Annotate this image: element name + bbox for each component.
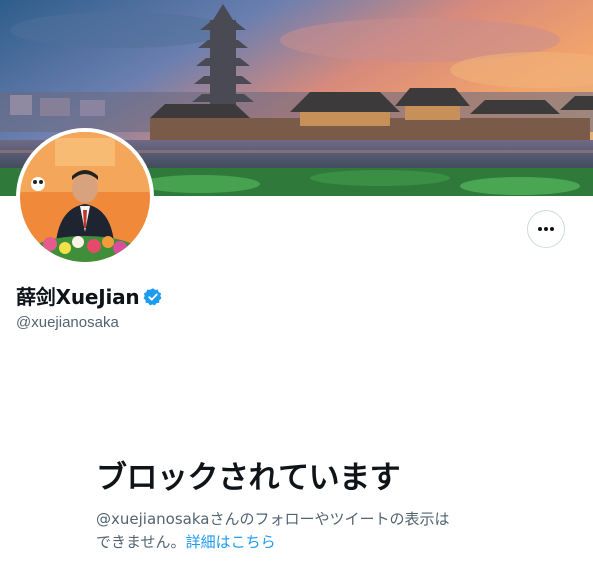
blocked-description-text: @xuejianosakaさんのフォローやツイートの表示は — [96, 510, 450, 528]
verified-badge-icon[interactable] — [143, 287, 163, 307]
more-horizontal-icon — [538, 227, 554, 231]
blocked-description-text-2: できません。 — [96, 533, 186, 551]
profile-avatar[interactable] — [16, 128, 154, 266]
blocked-description: @xuejianosakaさんのフォローやツイートの表示は できません。詳細はこ… — [96, 508, 496, 554]
more-options-button[interactable] — [527, 210, 565, 248]
display-name: 薛剑XueJian — [16, 285, 140, 309]
profile-handle: @xuejianosaka — [16, 314, 119, 331]
profile-name-row: 薛剑XueJian — [16, 285, 163, 309]
blocked-title: ブロックされています — [96, 460, 401, 496]
learn-more-link[interactable]: 詳細はこちら — [186, 533, 276, 551]
